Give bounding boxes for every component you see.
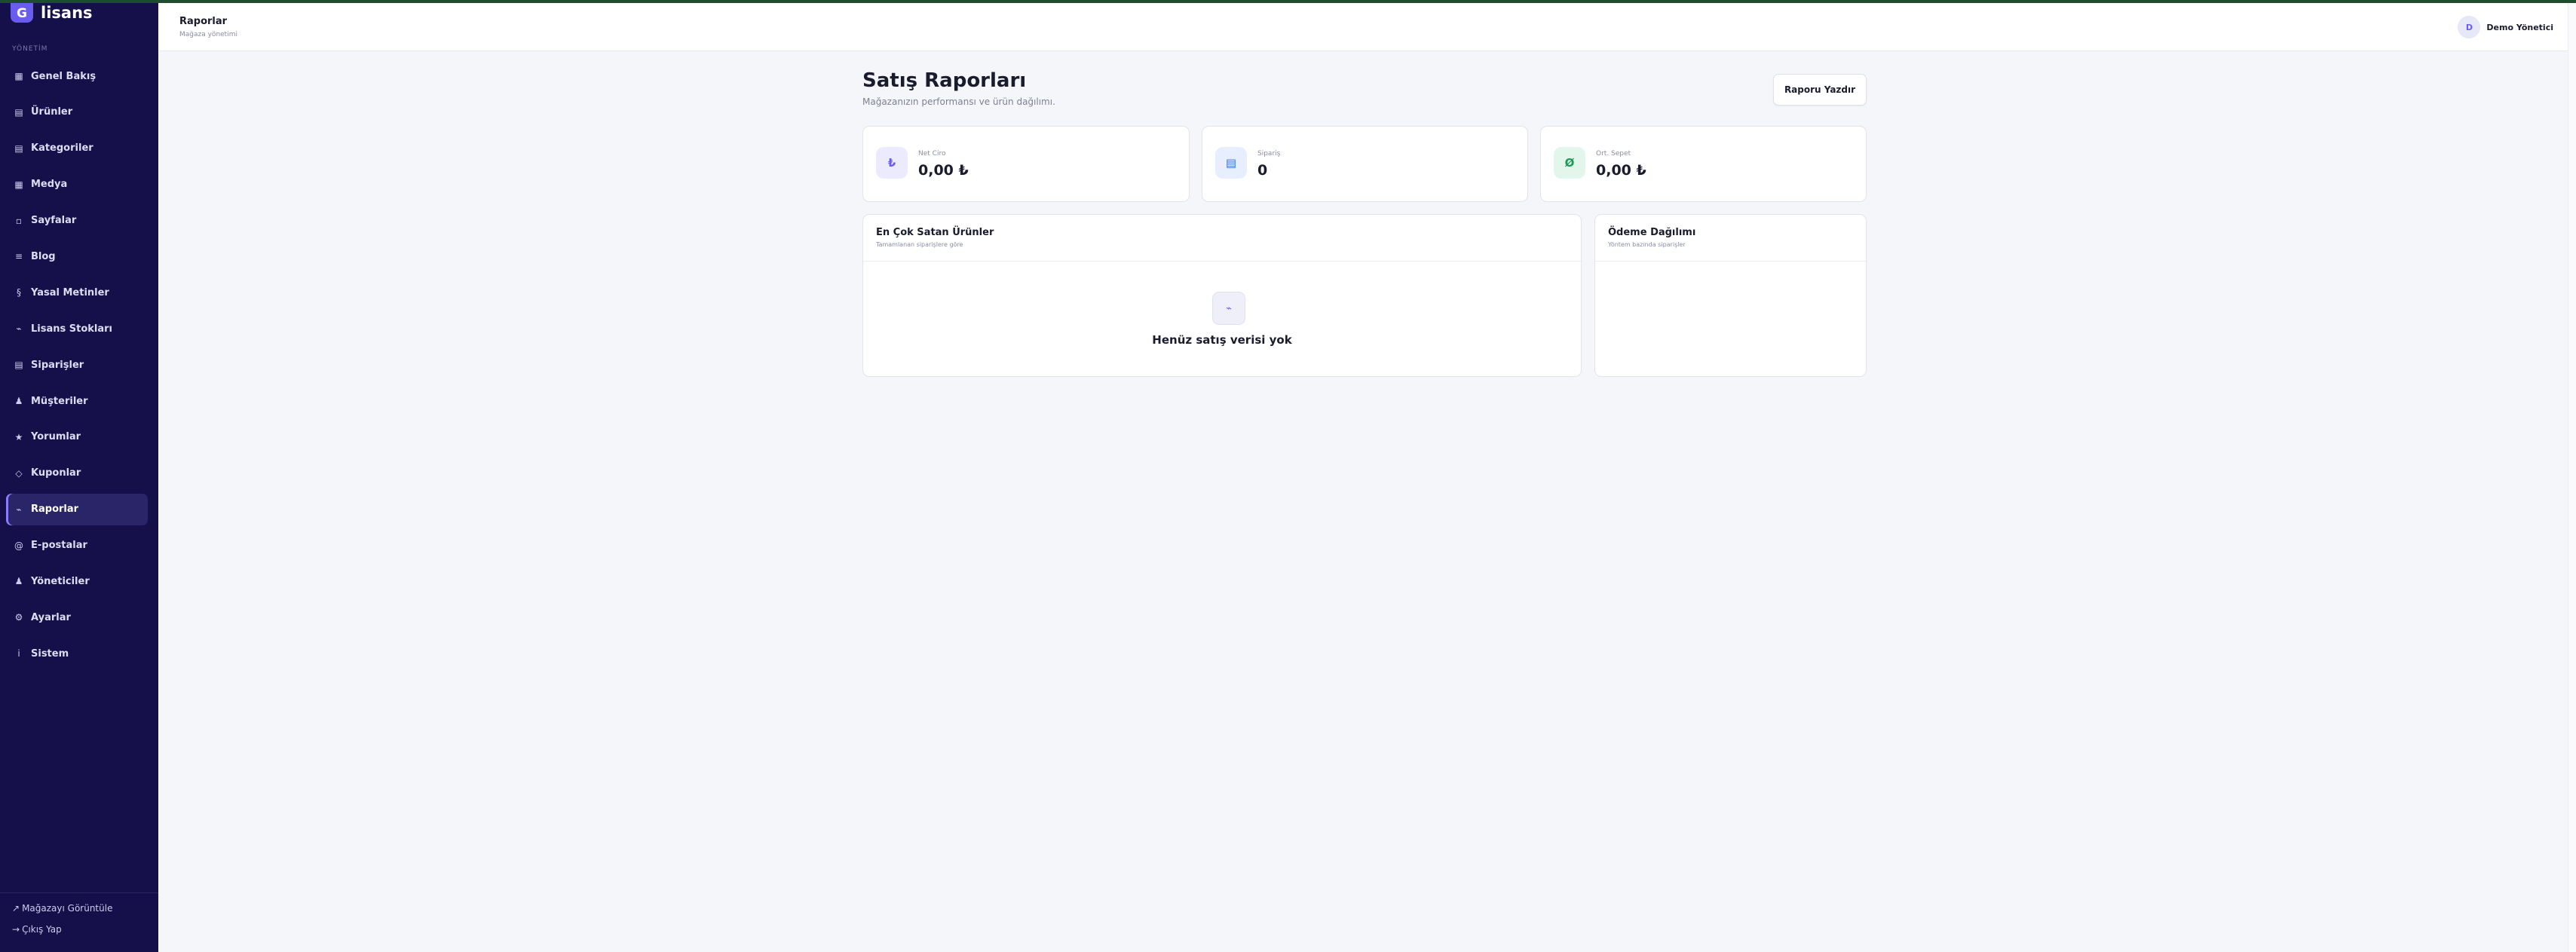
sidebar-item-11[interactable]: ★ Yorumlar [6, 421, 148, 453]
sidebar-item-label: Müşteriler [31, 395, 88, 407]
sidebar-item-label: Ayarlar [31, 611, 71, 623]
sidebar-item-label: Yöneticiler [31, 575, 90, 587]
stat-card-net-revenue: ₺ Net Ciro 0,00 ₺ [862, 126, 1190, 202]
sidebar-item-4[interactable]: ▦ Medya [6, 169, 148, 201]
page-scrollbar[interactable] [2568, 3, 2576, 952]
sidebar-footer: ↗ Mağazayı Görüntüle → Çıkış Yap [0, 892, 158, 952]
page-subtitle: Mağazanızın performansı ve ürün dağılımı… [862, 96, 1055, 107]
page-icon: ▫ [15, 215, 23, 226]
stat-value: 0,00 ₺ [918, 162, 969, 179]
folder-icon: ▤ [14, 142, 23, 154]
sidebar-section-label: YÖNETİM [12, 45, 48, 53]
sidebar-item-3[interactable]: ▤ Kategoriler [6, 133, 148, 164]
orders-icon: ▤ [14, 360, 23, 371]
sidebar-item-label: Raporlar [31, 504, 79, 516]
logout-link[interactable]: → Çıkış Yap [12, 923, 146, 944]
sidebar: G lisans YÖNETİM ▦ Genel Bakış ▤ Ürünler ▤ Ka… [0, 0, 158, 952]
order-list-icon: ▤ [1215, 147, 1247, 179]
sidebar-item-label: Medya [31, 179, 68, 191]
at-icon: @ [14, 540, 23, 551]
payment-distribution-panel: Ödeme Dağılımı Yöntem bazında siparişler [1594, 214, 1867, 377]
page-title: Satış Raporları [862, 69, 1027, 92]
gear-icon: ⚙ [14, 612, 23, 623]
sidebar-item-8[interactable]: ⌁ Lisans Stokları [6, 313, 148, 344]
panel-subtitle: Tamamlanan siparişlere göre [876, 241, 963, 248]
print-report-button[interactable]: Raporu Yazdır [1773, 74, 1867, 106]
stat-label: Ort. Sepet [1596, 150, 1631, 158]
sidebar-item-5[interactable]: ▫ Sayfalar [6, 205, 148, 237]
stat-label: Net Ciro [918, 150, 946, 158]
panel-header: En Çok Satan Ürünler Tamamlanan siparişl… [863, 215, 1581, 262]
grid-icon: ▦ [14, 71, 23, 81]
view-store-link[interactable]: ↗ Mağazayı Görüntüle [12, 902, 146, 923]
coupon-icon: ◇ [15, 467, 23, 479]
external-link-icon: ↗ [12, 903, 20, 914]
basket-avg-icon: Ø [1554, 147, 1585, 179]
header-subtitle: Mağaza yönetimi [179, 31, 237, 38]
panel-title: Ödeme Dağılımı [1608, 227, 1696, 238]
brand-logo: G [11, 3, 33, 23]
sidebar-item-label: Genel Bakış [31, 70, 96, 82]
stat-value: 0,00 ₺ [1596, 162, 1646, 179]
info-icon: i [17, 648, 20, 660]
panel-title: En Çok Satan Ürünler [876, 227, 994, 238]
sidebar-item-14[interactable]: @ E-postalar [6, 530, 148, 562]
chart-icon: ⌁ [16, 504, 22, 515]
sidebar-item-label: Ürünler [31, 106, 73, 118]
sidebar-item-13[interactable]: ⌁ Raporlar [6, 493, 148, 525]
logout-label: Çıkış Yap [22, 924, 62, 935]
user-menu[interactable]: D Demo Yönetici [2458, 16, 2553, 38]
sidebar-item-17[interactable]: i Sistem [6, 638, 148, 669]
lira-icon: ₺ [876, 147, 908, 179]
sidebar-item-label: Siparişler [31, 359, 84, 371]
sidebar-item-label: Sayfalar [31, 215, 77, 227]
sidebar-item-9[interactable]: ▤ Siparişler [6, 349, 148, 381]
sidebar-item-label: Lisans Stokları [31, 323, 113, 335]
top-accent-bar [0, 0, 2576, 3]
section-icon: § [17, 287, 21, 298]
sidebar-item-6[interactable]: ≡ Blog [6, 240, 148, 272]
panel-subtitle: Yöntem bazında siparişler [1608, 241, 1686, 248]
sidebar-item-label: Yorumlar [31, 431, 81, 443]
stat-value: 0 [1257, 162, 1268, 179]
sidebar-item-16[interactable]: ⚙ Ayarlar [6, 602, 148, 633]
brand-name: lisans [41, 4, 93, 22]
avatar: D [2458, 16, 2481, 38]
sidebar-item-label: E-postalar [31, 540, 87, 552]
sidebar-item-10[interactable]: ♟ Müşteriler [6, 385, 148, 417]
sidebar-item-7[interactable]: § Yasal Metinler [6, 277, 148, 308]
sidebar-item-label: Kategoriler [31, 142, 93, 155]
sidebar-item-15[interactable]: ♟ Yöneticiler [6, 565, 148, 597]
logout-icon: → [12, 924, 20, 935]
panel-header: Ödeme Dağılımı Yöntem bazında siparişler [1595, 215, 1866, 262]
top-header: Raporlar Mağaza yönetimi D Demo Yönetici [158, 3, 2576, 51]
star-icon: ★ [14, 431, 23, 442]
empty-chart-icon: ⌁ [1212, 292, 1245, 325]
admin-icon: ♟ [14, 576, 23, 587]
sidebar-item-label: Yasal Metinler [31, 286, 109, 298]
sidebar-item-2[interactable]: ▤ Ürünler [6, 96, 148, 128]
stat-card-avg-basket: Ø Ort. Sepet 0,00 ₺ [1540, 126, 1867, 202]
empty-state-text: Henüz satış verisi yok [1152, 333, 1292, 347]
image-icon: ▦ [14, 179, 23, 190]
brand[interactable]: G lisans [11, 0, 93, 23]
sidebar-item-label: Sistem [31, 647, 69, 660]
user-name: Demo Yönetici [2486, 22, 2553, 32]
sidebar-item-1[interactable]: ▦ Genel Bakış [6, 60, 148, 92]
key-icon: ⌁ [16, 323, 22, 335]
top-products-panel: En Çok Satan Ürünler Tamamlanan siparişl… [862, 214, 1582, 377]
sidebar-item-12[interactable]: ◇ Kuponlar [6, 458, 148, 489]
user-icon: ♟ [14, 396, 23, 407]
view-store-label: Mağazayı Görüntüle [22, 903, 113, 914]
sidebar-nav: ▦ Genel Bakış ▤ Ürünler ▤ Kategoriler ▦ Medya ▫ S… [6, 60, 148, 674]
header-title: Raporlar [179, 16, 228, 27]
sidebar-item-label: Blog [31, 250, 56, 262]
sidebar-item-label: Kuponlar [31, 467, 81, 479]
blog-icon: ≡ [14, 251, 23, 262]
stat-label: Sipariş [1257, 150, 1281, 158]
stat-card-orders: ▤ Sipariş 0 [1202, 126, 1528, 202]
box-icon: ▤ [14, 106, 23, 118]
